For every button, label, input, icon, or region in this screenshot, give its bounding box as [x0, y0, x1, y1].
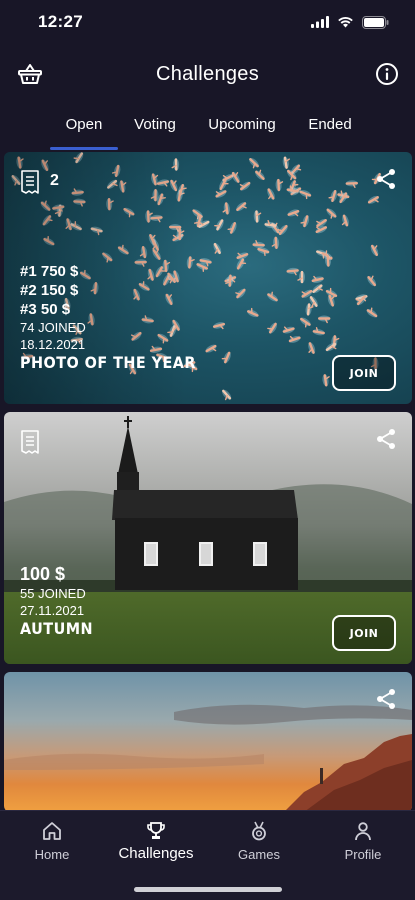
signal-icon — [311, 16, 329, 28]
nav-label: Home — [34, 847, 70, 862]
receipt-icon — [21, 430, 39, 454]
profile-icon — [355, 822, 371, 841]
share-icon[interactable] — [376, 168, 396, 190]
nav-label: Profile — [344, 847, 382, 862]
join-button[interactable]: JOIN — [332, 615, 396, 651]
nav-games[interactable]: Games — [214, 821, 304, 862]
challenge-date: 27.11.2021 — [20, 603, 85, 618]
photo-count: 2 — [50, 172, 59, 189]
challenge-tabs: Open Voting Upcoming Ended — [0, 110, 415, 152]
tab-upcoming[interactable]: Upcoming — [192, 110, 292, 148]
share-icon[interactable] — [376, 428, 396, 450]
header: Challenges — [0, 52, 415, 96]
joined-count: 74 JOINED — [20, 320, 86, 335]
nav-challenges[interactable]: Challenges — [111, 821, 201, 862]
challenge-card[interactable]: 100 $ 55 JOINED 27.11.2021 AUTUMN JOIN — [4, 412, 412, 664]
challenge-card[interactable] — [4, 672, 412, 810]
challenge-date: 18.12.2021 — [20, 337, 86, 352]
tab-voting[interactable]: Voting — [118, 110, 192, 148]
info-icon — [376, 63, 398, 85]
home-icon — [43, 822, 61, 840]
tab-label: Ended — [308, 116, 352, 133]
medal-icon — [252, 821, 266, 841]
join-button[interactable]: JOIN — [332, 355, 396, 391]
nav-profile[interactable]: Profile — [318, 821, 408, 862]
tab-label: Voting — [134, 116, 176, 133]
battery-icon — [362, 15, 389, 29]
status-icons — [311, 15, 389, 29]
wifi-icon — [338, 17, 353, 28]
share-icon[interactable] — [376, 688, 396, 710]
trophy-icon — [147, 822, 165, 839]
prize-amount: 100 $ — [20, 564, 66, 584]
challenge-card[interactable]: 2 #1 750 $ #2 150 $ #3 50 $ 74 JOINED 18… — [4, 152, 412, 404]
page-title: Challenges — [155, 62, 260, 85]
challenge-title: PHOTO OF THE YEAR — [20, 353, 196, 372]
joined-count: 55 JOINED — [20, 586, 86, 601]
receipt-icon — [21, 170, 39, 194]
tab-label: Open — [65, 116, 103, 133]
sunset-photo — [4, 672, 412, 810]
challenge-feed[interactable]: 2 #1 750 $ #2 150 $ #3 50 $ 74 JOINED 18… — [4, 152, 412, 810]
challenge-title: AUTUMN — [20, 619, 93, 638]
card-details: #1 750 $ #2 150 $ #3 50 $ 74 JOINED 18.1… — [20, 262, 215, 372]
info-button[interactable] — [373, 60, 401, 88]
nav-home[interactable]: Home — [7, 821, 97, 862]
card-details: 100 $ 55 JOINED 27.11.2021 AUTUMN — [20, 564, 101, 638]
tab-label: Upcoming — [208, 116, 276, 133]
prize-first: #1 750 $ — [20, 263, 79, 280]
prize-third: #3 50 $ — [20, 301, 71, 318]
prize-second: #2 150 $ — [20, 282, 79, 299]
nav-label: Games — [238, 847, 280, 862]
status-time: 12:27 — [38, 12, 83, 31]
basket-button[interactable] — [16, 60, 44, 88]
tab-ended[interactable]: Ended — [292, 110, 368, 148]
basket-icon — [18, 64, 42, 84]
tab-open[interactable]: Open — [50, 110, 118, 150]
nav-label: Challenges — [118, 845, 194, 862]
status-bar: 12:27 — [0, 0, 415, 44]
home-indicator — [134, 887, 282, 892]
